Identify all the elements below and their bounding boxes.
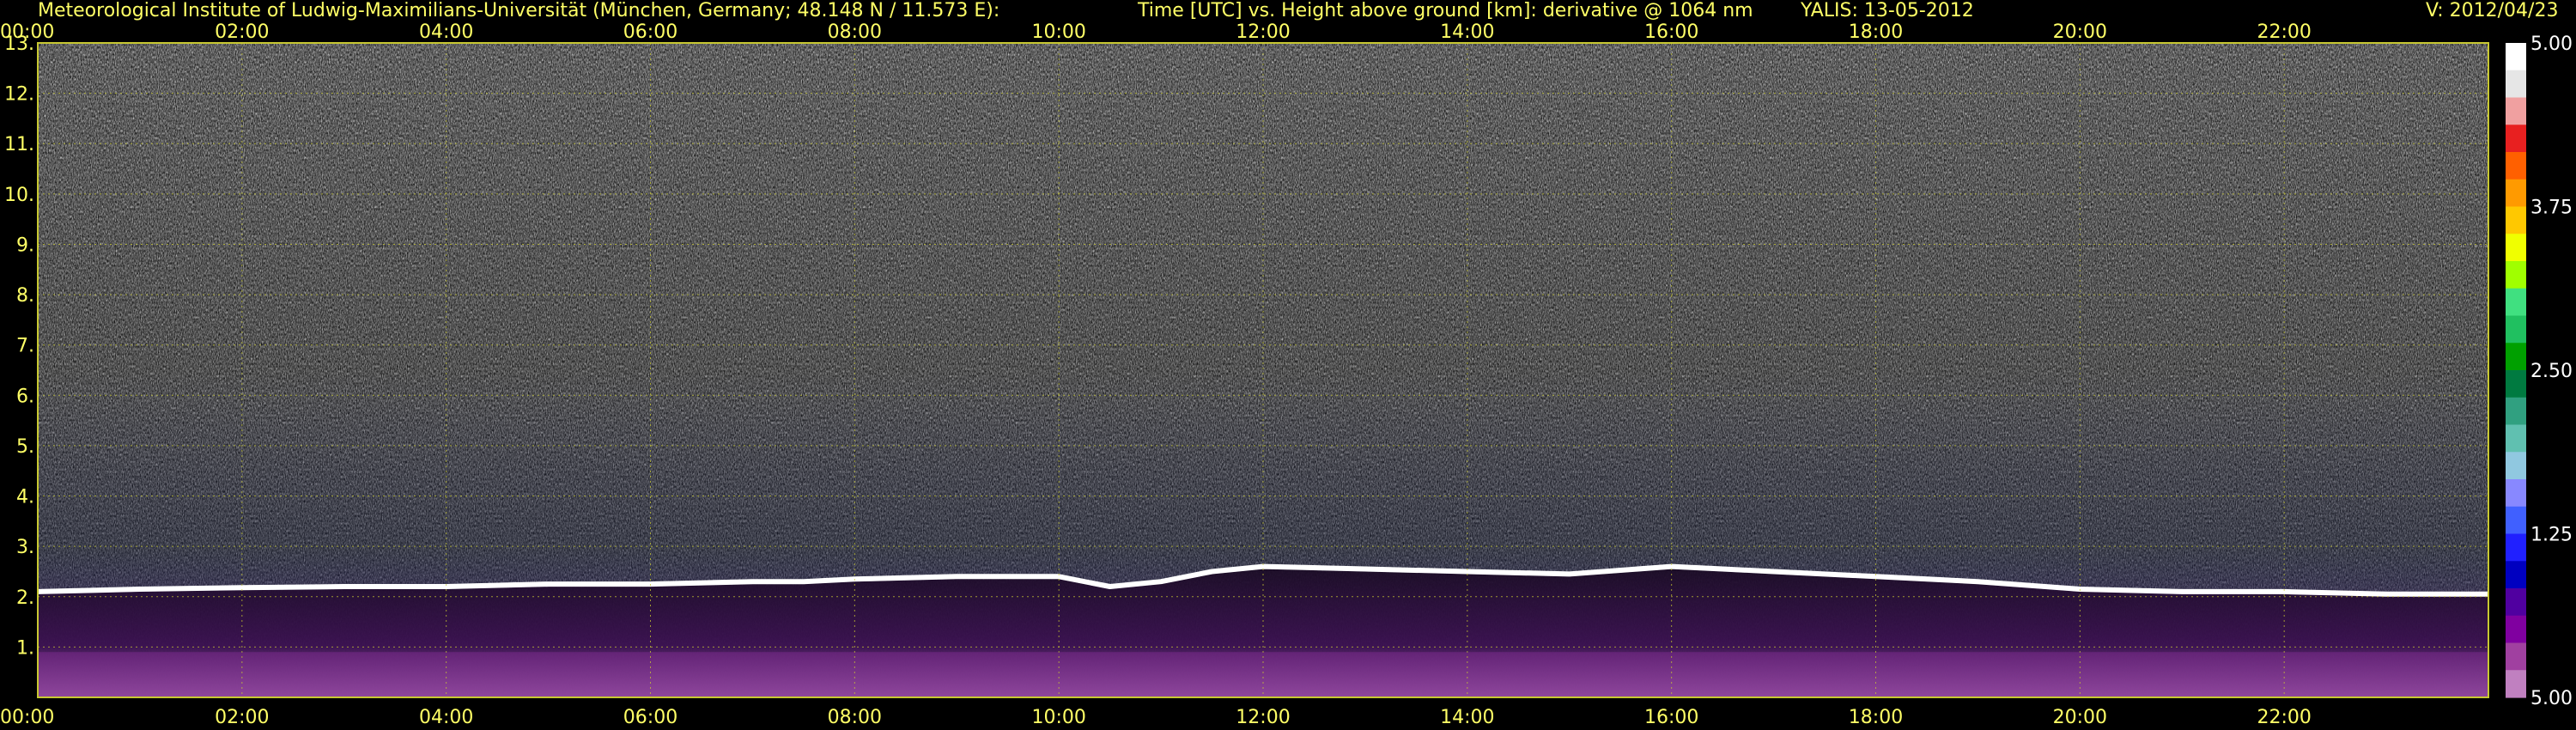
colorbar-label: 1.25	[2530, 525, 2573, 546]
y-axis: 1. 2. 3. 4. 5. 6. 7. 8. 9. 10. 11. 12. 13.	[4, 33, 34, 659]
colorbar-swatch	[2506, 670, 2526, 698]
colorbar-swatch	[2506, 479, 2526, 508]
x-tick-label-bottom: 02:00	[215, 707, 269, 728]
x-tick-label-bottom: 14:00	[1440, 707, 1494, 728]
colorbar-label: 2.50	[2530, 361, 2573, 382]
x-tick-label-top: 10:00	[1031, 21, 1085, 43]
y-tick-label: 8.	[16, 285, 34, 307]
colorbar-swatch	[2506, 234, 2526, 262]
colorbar-label: 3.75	[2530, 198, 2573, 219]
colorbar-label: 5.00	[2530, 33, 2573, 55]
x-tick-label-top: 14:00	[1440, 21, 1494, 43]
y-tick-label: 11.	[4, 134, 34, 155]
x-tick-label-top: 04:00	[419, 21, 473, 43]
colorbar-swatch	[2506, 152, 2526, 180]
y-tick-label: 5.	[16, 436, 34, 458]
x-axis-top: 00:00 02:00 04:00 06:00 08:00 10:00 12:00 14:00…	[0, 21, 2312, 43]
colorbar-swatch	[2506, 125, 2526, 153]
x-tick-label-bottom: 00:00	[0, 707, 54, 728]
colorbar: 5.00 3.75 2.50 1.25 5.00	[2506, 33, 2573, 709]
lidar-chart: 00:00 02:00 04:00 06:00 08:00 10:00 12:00 14:00…	[0, 21, 2573, 728]
colorbar-swatch	[2506, 261, 2526, 289]
y-tick-label: 13.	[4, 33, 34, 55]
colorbar-swatch	[2506, 642, 2526, 671]
x-tick-label-top: 02:00	[215, 21, 269, 43]
y-tick-label: 9.	[16, 234, 34, 256]
x-tick-label-bottom: 08:00	[828, 707, 882, 728]
x-tick-label-bottom: 06:00	[623, 707, 677, 728]
colorbar-swatch	[2506, 288, 2526, 317]
colorbar-swatch	[2506, 424, 2526, 453]
colorbar-swatch	[2506, 343, 2526, 371]
colorbar-label: 5.00	[2530, 688, 2573, 709]
y-tick-label: 1.	[16, 637, 34, 659]
colorbar-swatch	[2506, 397, 2526, 426]
x-tick-label-top: 20:00	[2053, 21, 2107, 43]
x-tick-label-top: 16:00	[1644, 21, 1698, 43]
y-tick-label: 3.	[16, 537, 34, 558]
x-tick-label-top: 18:00	[1849, 21, 1903, 43]
x-tick-label-bottom: 04:00	[419, 707, 473, 728]
y-tick-label: 4.	[16, 487, 34, 508]
colorbar-swatch	[2506, 615, 2526, 644]
x-tick-label-bottom: 20:00	[2053, 707, 2107, 728]
y-tick-label: 2.	[16, 587, 34, 609]
colorbar-swatch	[2506, 70, 2526, 99]
x-axis-bottom: 00:00 02:00 04:00 06:00 08:00 10:00 12:00 14:00…	[0, 707, 2312, 728]
y-tick-label: 7.	[16, 336, 34, 357]
y-tick-label: 10.	[4, 185, 34, 206]
y-tick-label: 12.	[4, 84, 34, 106]
x-tick-label-bottom: 12:00	[1236, 707, 1290, 728]
x-tick-label-bottom: 16:00	[1644, 707, 1698, 728]
x-tick-label-top: 08:00	[828, 21, 882, 43]
x-tick-label-bottom: 18:00	[1849, 707, 1903, 728]
colorbar-swatch	[2506, 588, 2526, 617]
colorbar-swatch	[2506, 506, 2526, 535]
x-tick-label-top: 12:00	[1236, 21, 1290, 43]
colorbar-swatch	[2506, 97, 2526, 125]
y-tick-label: 6.	[16, 386, 34, 407]
x-tick-label-bottom: 22:00	[2257, 707, 2311, 728]
colorbar-swatch	[2506, 533, 2526, 562]
colorbar-swatch	[2506, 452, 2526, 480]
colorbar-swatch	[2506, 315, 2526, 344]
x-tick-label-bottom: 10:00	[1031, 707, 1085, 728]
x-tick-label-top: 06:00	[623, 21, 677, 43]
x-tick-label-top: 22:00	[2257, 21, 2311, 43]
surface-layer	[38, 652, 2488, 697]
colorbar-swatch	[2506, 179, 2526, 208]
colorbar-swatch	[2506, 206, 2526, 234]
colorbar-swatch	[2506, 43, 2526, 71]
colorbar-swatch	[2506, 561, 2526, 589]
colorbar-swatch	[2506, 370, 2526, 398]
